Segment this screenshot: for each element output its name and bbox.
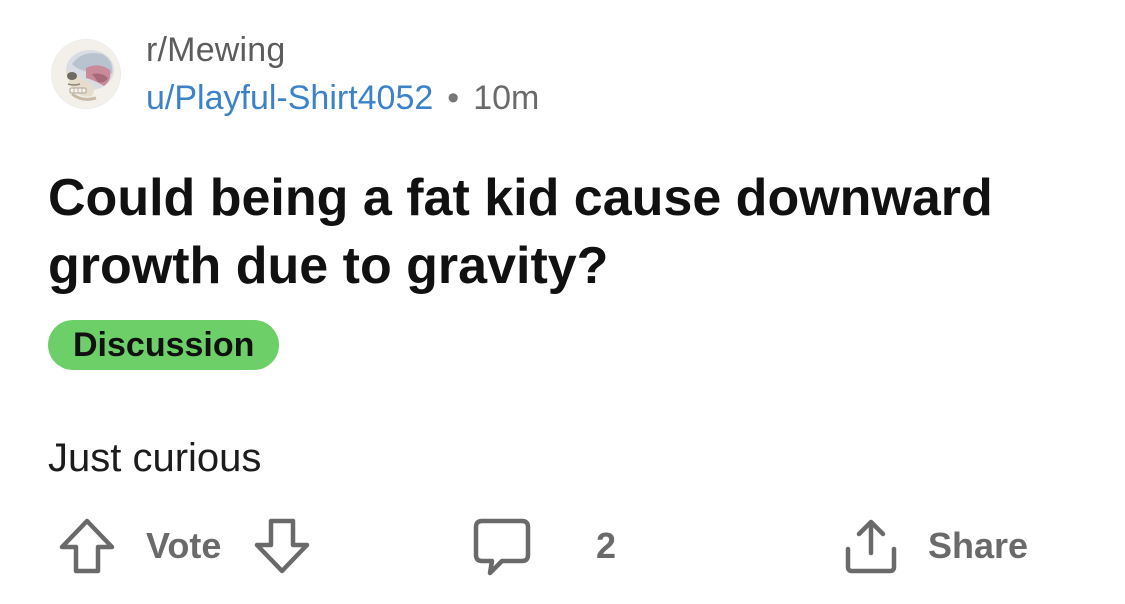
share-icon [845,519,897,574]
skull-avatar-icon [52,40,120,108]
post-body: Just curious [48,436,262,480]
share-button[interactable]: Share [842,508,1028,584]
comment-bubble-icon [473,518,531,576]
byline: u/Playful-Shirt4052 • 10m [146,78,539,118]
comment-count: 2 [596,525,617,566]
subreddit-name[interactable]: r/Mewing [146,30,539,70]
subreddit-avatar[interactable] [52,40,120,108]
post-header: r/Mewing u/Playful-Shirt4052 • 10m [52,30,539,118]
post-title[interactable]: Could being a fat kid cause downward gro… [48,164,1088,300]
byline-separator: • [447,79,460,117]
action-bar: Vote 2 Share [0,508,1125,584]
comments-button[interactable]: 2 [472,508,616,584]
flair-badge[interactable]: Discussion [48,320,280,370]
upvote-button[interactable] [56,515,118,577]
vote-label: Vote [146,525,222,566]
vote-group: Vote [56,508,313,584]
post-time: 10m [473,79,540,117]
arrow-down-icon [255,518,310,574]
post-meta: r/Mewing u/Playful-Shirt4052 • 10m [146,30,539,118]
author-link[interactable]: u/Playful-Shirt4052 [146,78,433,118]
arrow-up-icon [59,518,115,574]
downvote-button[interactable] [251,515,313,577]
share-label: Share [928,525,1029,566]
